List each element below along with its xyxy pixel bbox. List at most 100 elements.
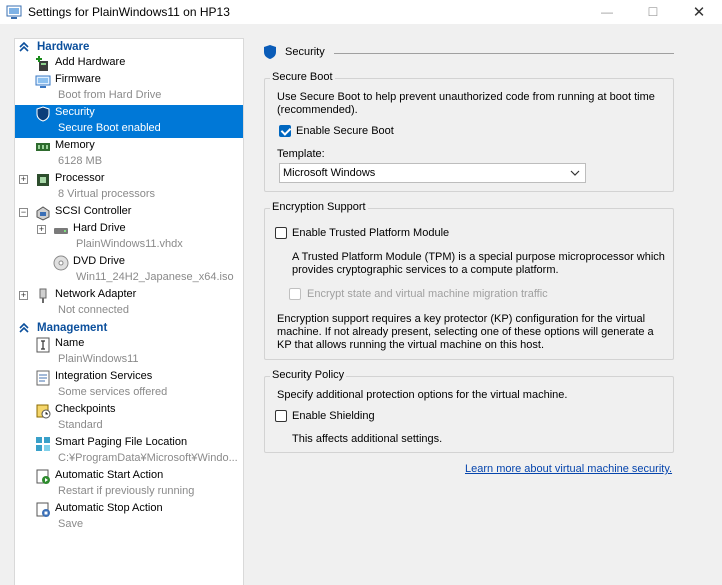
memory-icon <box>36 143 50 151</box>
hardware-header-label: Hardware <box>37 41 90 53</box>
tree-item-detail: C:¥ProgramData¥Microsoft¥Windo... <box>58 452 238 464</box>
tree-item-automatic-stop-action[interactable]: Automatic Stop Action Save <box>15 501 243 534</box>
secure-boot-group: Secure Boot Use Secure Boot to help prev… <box>264 71 674 192</box>
collapse-toggle[interactable]: − <box>19 208 28 217</box>
expand-toggle[interactable]: + <box>19 291 28 300</box>
tree-item-label: Name <box>55 337 85 349</box>
close-button[interactable]: ✕ <box>676 0 722 24</box>
dvd-disc-icon <box>53 255 69 271</box>
tree-item-detail: Not connected <box>58 304 129 316</box>
security-policy-description: Specify additional protection options fo… <box>277 389 568 401</box>
chevron-down-icon <box>570 170 580 176</box>
tpm-description: A Trusted Platform Module (TPM) is a spe… <box>292 251 665 276</box>
enable-shielding-checkbox[interactable] <box>275 410 287 422</box>
tree-item-label: DVD Drive <box>73 255 125 267</box>
page-title: Security <box>285 46 325 58</box>
shielding-note: This affects additional settings. <box>292 433 443 445</box>
firmware-icon <box>35 75 51 88</box>
enable-secure-boot-label[interactable]: Enable Secure Boot <box>296 125 394 138</box>
start-action-icon <box>36 469 50 484</box>
enable-tpm-checkbox[interactable] <box>275 227 287 239</box>
tree-item-label: Hard Drive <box>73 222 126 234</box>
enable-shielding-label[interactable]: Enable Shielding <box>292 410 375 423</box>
secure-boot-description: Use Secure Boot to help prevent unauthor… <box>277 91 655 116</box>
hyper-v-settings-icon <box>6 5 22 19</box>
tree-item-dvd-drive[interactable]: DVD Drive Win11_24H2_Japanese_x64.iso <box>15 254 243 287</box>
header-divider <box>334 53 674 54</box>
stop-action-icon <box>36 502 50 517</box>
tree-item-label: Integration Services <box>55 370 153 382</box>
tree-item-name[interactable]: Name PlainWindows11 <box>15 336 243 369</box>
security-policy-group: Security Policy Specify additional prote… <box>264 369 674 453</box>
tree-item-memory[interactable]: Memory 6128 MB <box>15 138 243 171</box>
template-dropdown[interactable]: Microsoft Windows <box>279 163 586 183</box>
tree-item-detail: PlainWindows11 <box>58 353 139 365</box>
tree-item-detail: Some services offered <box>58 386 168 398</box>
security-settings-panel: Security Secure Boot Use Secure Boot to … <box>250 38 722 585</box>
tree-item-label: Processor <box>55 172 105 184</box>
settings-tree[interactable]: Hardware Add Hardware Firmware Boot from… <box>14 38 244 585</box>
tree-item-add-hardware[interactable]: Add Hardware <box>15 55 243 72</box>
tree-item-automatic-start-action[interactable]: Automatic Start Action Restart if previo… <box>15 468 243 501</box>
checkpoint-icon <box>36 404 51 419</box>
tree-item-detail: PlainWindows11.vhdx <box>76 238 183 250</box>
enable-secure-boot-checkbox[interactable] <box>279 125 291 137</box>
encrypt-state-checkbox[interactable] <box>289 288 301 300</box>
group-title: Security Policy <box>270 369 347 381</box>
tree-item-detail: Save <box>58 518 84 530</box>
tree-item-label: Add Hardware <box>55 56 126 68</box>
tree-item-detail: Win11_24H2_Japanese_x64.iso <box>76 271 234 283</box>
enable-tpm-label[interactable]: Enable Trusted Platform Module <box>292 227 449 240</box>
add-hardware-icon <box>36 56 48 71</box>
tree-item-detail: 6128 MB <box>58 155 103 167</box>
tree-item-scsi-controller[interactable]: − SCSI Controller <box>15 204 243 221</box>
template-selected-value: Microsoft Windows <box>283 167 376 179</box>
tree-item-label: Smart Paging File Location <box>55 436 188 448</box>
name-tag-icon <box>36 337 50 353</box>
collapse-chevron-icon <box>19 41 29 52</box>
window-title: Settings for PlainWindows11 on HP13 <box>28 5 230 19</box>
management-section-header[interactable]: Management <box>15 320 243 336</box>
tree-item-label: Network Adapter <box>55 288 137 300</box>
tree-item-label: Checkpoints <box>55 403 116 415</box>
tree-item-hard-drive[interactable]: + Hard Drive PlainWindows11.vhdx <box>15 221 243 254</box>
tree-item-detail: 8 Virtual processors <box>58 188 156 200</box>
tree-item-label: Automatic Stop Action <box>55 502 163 514</box>
tree-item-checkpoints[interactable]: Checkpoints Standard <box>15 402 243 435</box>
template-label: Template: <box>277 148 325 160</box>
processor-icon <box>37 174 49 186</box>
tree-item-smart-paging[interactable]: Smart Paging File Location C:¥ProgramDat… <box>15 435 243 468</box>
tree-item-label: Automatic Start Action <box>55 469 164 481</box>
learn-more-link[interactable]: Learn more about virtual machine securit… <box>465 463 672 475</box>
kp-description: Encryption support requires a key protec… <box>277 313 654 351</box>
title-bar: Settings for PlainWindows11 on HP13 — ☐ … <box>0 0 722 24</box>
integration-services-icon <box>36 370 50 386</box>
smart-paging-icon <box>36 437 50 451</box>
shield-icon <box>36 106 50 122</box>
minimize-button[interactable]: — <box>584 0 630 24</box>
management-header-label: Management <box>37 322 108 334</box>
expand-toggle[interactable]: + <box>19 175 28 184</box>
tree-item-detail: Standard <box>58 419 103 431</box>
tree-item-integration-services[interactable]: Integration Services Some services offer… <box>15 369 243 402</box>
hard-drive-icon <box>54 228 68 234</box>
group-title: Secure Boot <box>270 71 335 83</box>
tree-item-network-adapter[interactable]: + Network Adapter Not connected <box>15 287 243 320</box>
maximize-button[interactable]: ☐ <box>630 0 676 24</box>
tree-item-detail: Boot from Hard Drive <box>58 89 162 101</box>
tree-item-detail: Restart if previously running <box>58 485 195 497</box>
tree-item-label: Firmware <box>55 73 101 85</box>
group-title: Encryption Support <box>270 201 368 213</box>
shield-icon <box>264 45 276 59</box>
tree-item-processor[interactable]: + Processor 8 Virtual processors <box>15 171 243 204</box>
tree-item-security[interactable]: Security Secure Boot enabled <box>15 105 243 138</box>
page-header: Security <box>262 44 325 60</box>
network-adapter-icon <box>39 288 47 303</box>
tree-item-label: Memory <box>55 139 95 151</box>
hardware-section-header[interactable]: Hardware <box>15 39 243 55</box>
tree-item-label: SCSI Controller <box>55 205 132 217</box>
expand-toggle[interactable]: + <box>37 225 46 234</box>
encrypt-state-label: Encrypt state and virtual machine migrat… <box>307 288 548 300</box>
tree-item-firmware[interactable]: Firmware Boot from Hard Drive <box>15 72 243 105</box>
tree-item-label: Security <box>55 106 95 118</box>
